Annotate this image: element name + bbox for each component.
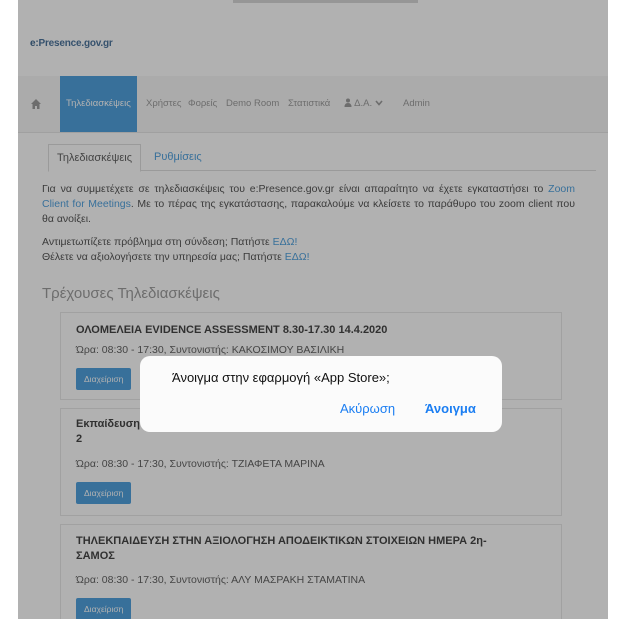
open-app-dialog: Άνοιγμα στην εφαρμογή «App Store»; Ακύρω… <box>140 356 502 432</box>
left-margin <box>0 0 18 619</box>
cancel-button[interactable]: Ακύρωση <box>340 401 395 416</box>
modal-overlay <box>18 0 608 619</box>
dialog-message: Άνοιγμα στην εφαρμογή «App Store»; <box>172 370 390 385</box>
web-page: e:Presence.gov.gr Τηλεδιασκέψεις Χρήστες… <box>18 0 608 619</box>
open-button[interactable]: Άνοιγμα <box>425 401 476 416</box>
right-margin <box>608 0 625 619</box>
